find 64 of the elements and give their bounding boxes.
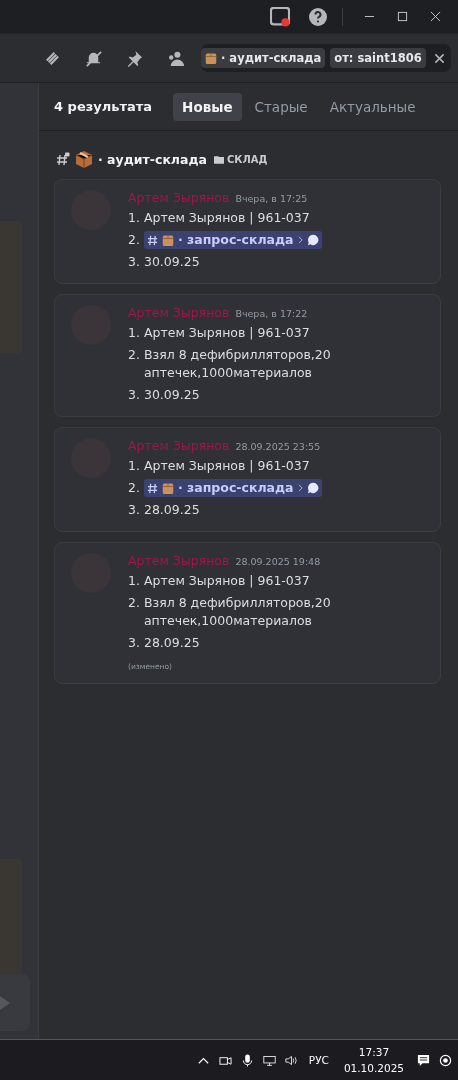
list-number: 2.: [128, 346, 140, 364]
hash-icon: [146, 234, 158, 246]
box-icon: [75, 150, 93, 168]
search-filter-chip[interactable]: · аудит-склада: [201, 48, 326, 68]
muted-bell-icon[interactable]: [84, 48, 103, 68]
channel-mention-link[interactable]: · запрос-склада: [143, 231, 322, 249]
locked-channel-icon: [56, 152, 70, 166]
clear-search-icon[interactable]: [433, 52, 445, 64]
network-icon[interactable]: [262, 1053, 276, 1067]
timestamp: 28.09.2025 19:48: [235, 556, 321, 567]
sort-tab[interactable]: Старые: [245, 92, 317, 121]
message-text: 28.09.25: [143, 501, 200, 519]
message-card[interactable]: Артем Зырянов Вчера, в 17:22 1. Артем Зырянов | 961-037 2. Взял 8 дефибрилляторов,20 аптечек,1000материалов 3. 30.09.25: [54, 294, 441, 417]
list-number: 2.: [128, 231, 140, 249]
message-text: 30.09.25: [143, 386, 200, 404]
chat-bubble-icon: [306, 482, 319, 494]
notification-icon[interactable]: [417, 1053, 430, 1067]
microphone-icon[interactable]: [240, 1053, 254, 1067]
sort-tab[interactable]: Актуальные: [320, 92, 425, 121]
message-card[interactable]: Артем Зырянов Вчера, в 17:25 1. Артем Зырянов | 961-037 2. · запрос-склада 3. 30.09.25: [54, 179, 441, 284]
screen-share-icon[interactable]: [270, 6, 290, 27]
message-text: Артем Зырянов | 961-037: [143, 572, 310, 590]
box-icon: [161, 233, 174, 247]
hash-icon: [146, 482, 158, 494]
timestamp: Вчера, в 17:22: [235, 308, 308, 319]
list-number: 3.: [128, 253, 140, 271]
list-number: 1.: [128, 324, 140, 342]
folder-icon: [214, 154, 224, 164]
message-card[interactable]: Артем Зырянов 28.09.2025 23:55 1. Артем Зырянов | 961-037 2. · запрос-склада 3. 28.09.25: [54, 427, 441, 532]
search-field[interactable]: · аудит-склада от: saint1806: [201, 44, 451, 72]
target-icon[interactable]: [439, 1053, 452, 1067]
language-indicator[interactable]: РУС: [308, 1054, 329, 1066]
message-text: Артем Зырянов | 961-037: [143, 209, 310, 227]
search-filter-chip[interactable]: от: saint1806: [330, 48, 426, 68]
chevron-icon: [297, 484, 303, 492]
results-count: 4 результата: [54, 99, 153, 114]
message-text: Артем Зырянов | 961-037: [143, 324, 310, 342]
clock[interactable]: 17:37 01.10.2025: [343, 1044, 404, 1076]
list-number: 3.: [128, 501, 140, 519]
message-text: 28.09.25: [143, 634, 200, 652]
box-icon: [161, 481, 174, 495]
chat-bubble-icon: [306, 234, 319, 246]
list-number: 1.: [128, 209, 140, 227]
help-icon[interactable]: [308, 6, 328, 27]
timestamp: 28.09.2025 23:55: [235, 441, 321, 452]
list-number: 2.: [128, 594, 140, 612]
list-number: 1.: [128, 457, 140, 475]
message-text: Взял 8 дефибрилляторов,20 аптечек,1000материалов: [143, 346, 332, 382]
list-number: 3.: [128, 634, 140, 652]
message-text: 30.09.25: [143, 253, 200, 271]
list-number: 3.: [128, 386, 140, 404]
speaker-icon[interactable]: [284, 1053, 298, 1067]
category-name: СКЛАД: [227, 153, 268, 165]
timestamp: Вчера, в 17:25: [235, 193, 308, 204]
message-text: Взял 8 дефибрилляторов,20 аптечек,1000материалов: [143, 594, 332, 630]
channel-mention-link[interactable]: · запрос-склада: [143, 479, 322, 497]
message-text: Артем Зырянов | 961-037: [143, 457, 310, 475]
send-icon: [0, 994, 10, 1011]
list-number: 1.: [128, 572, 140, 590]
chevron-icon: [297, 236, 303, 244]
list-number: 2.: [128, 479, 140, 497]
sort-tab[interactable]: Новые: [173, 92, 242, 121]
box-icon: [205, 51, 217, 65]
channel-name[interactable]: · аудит-склада: [98, 151, 207, 167]
